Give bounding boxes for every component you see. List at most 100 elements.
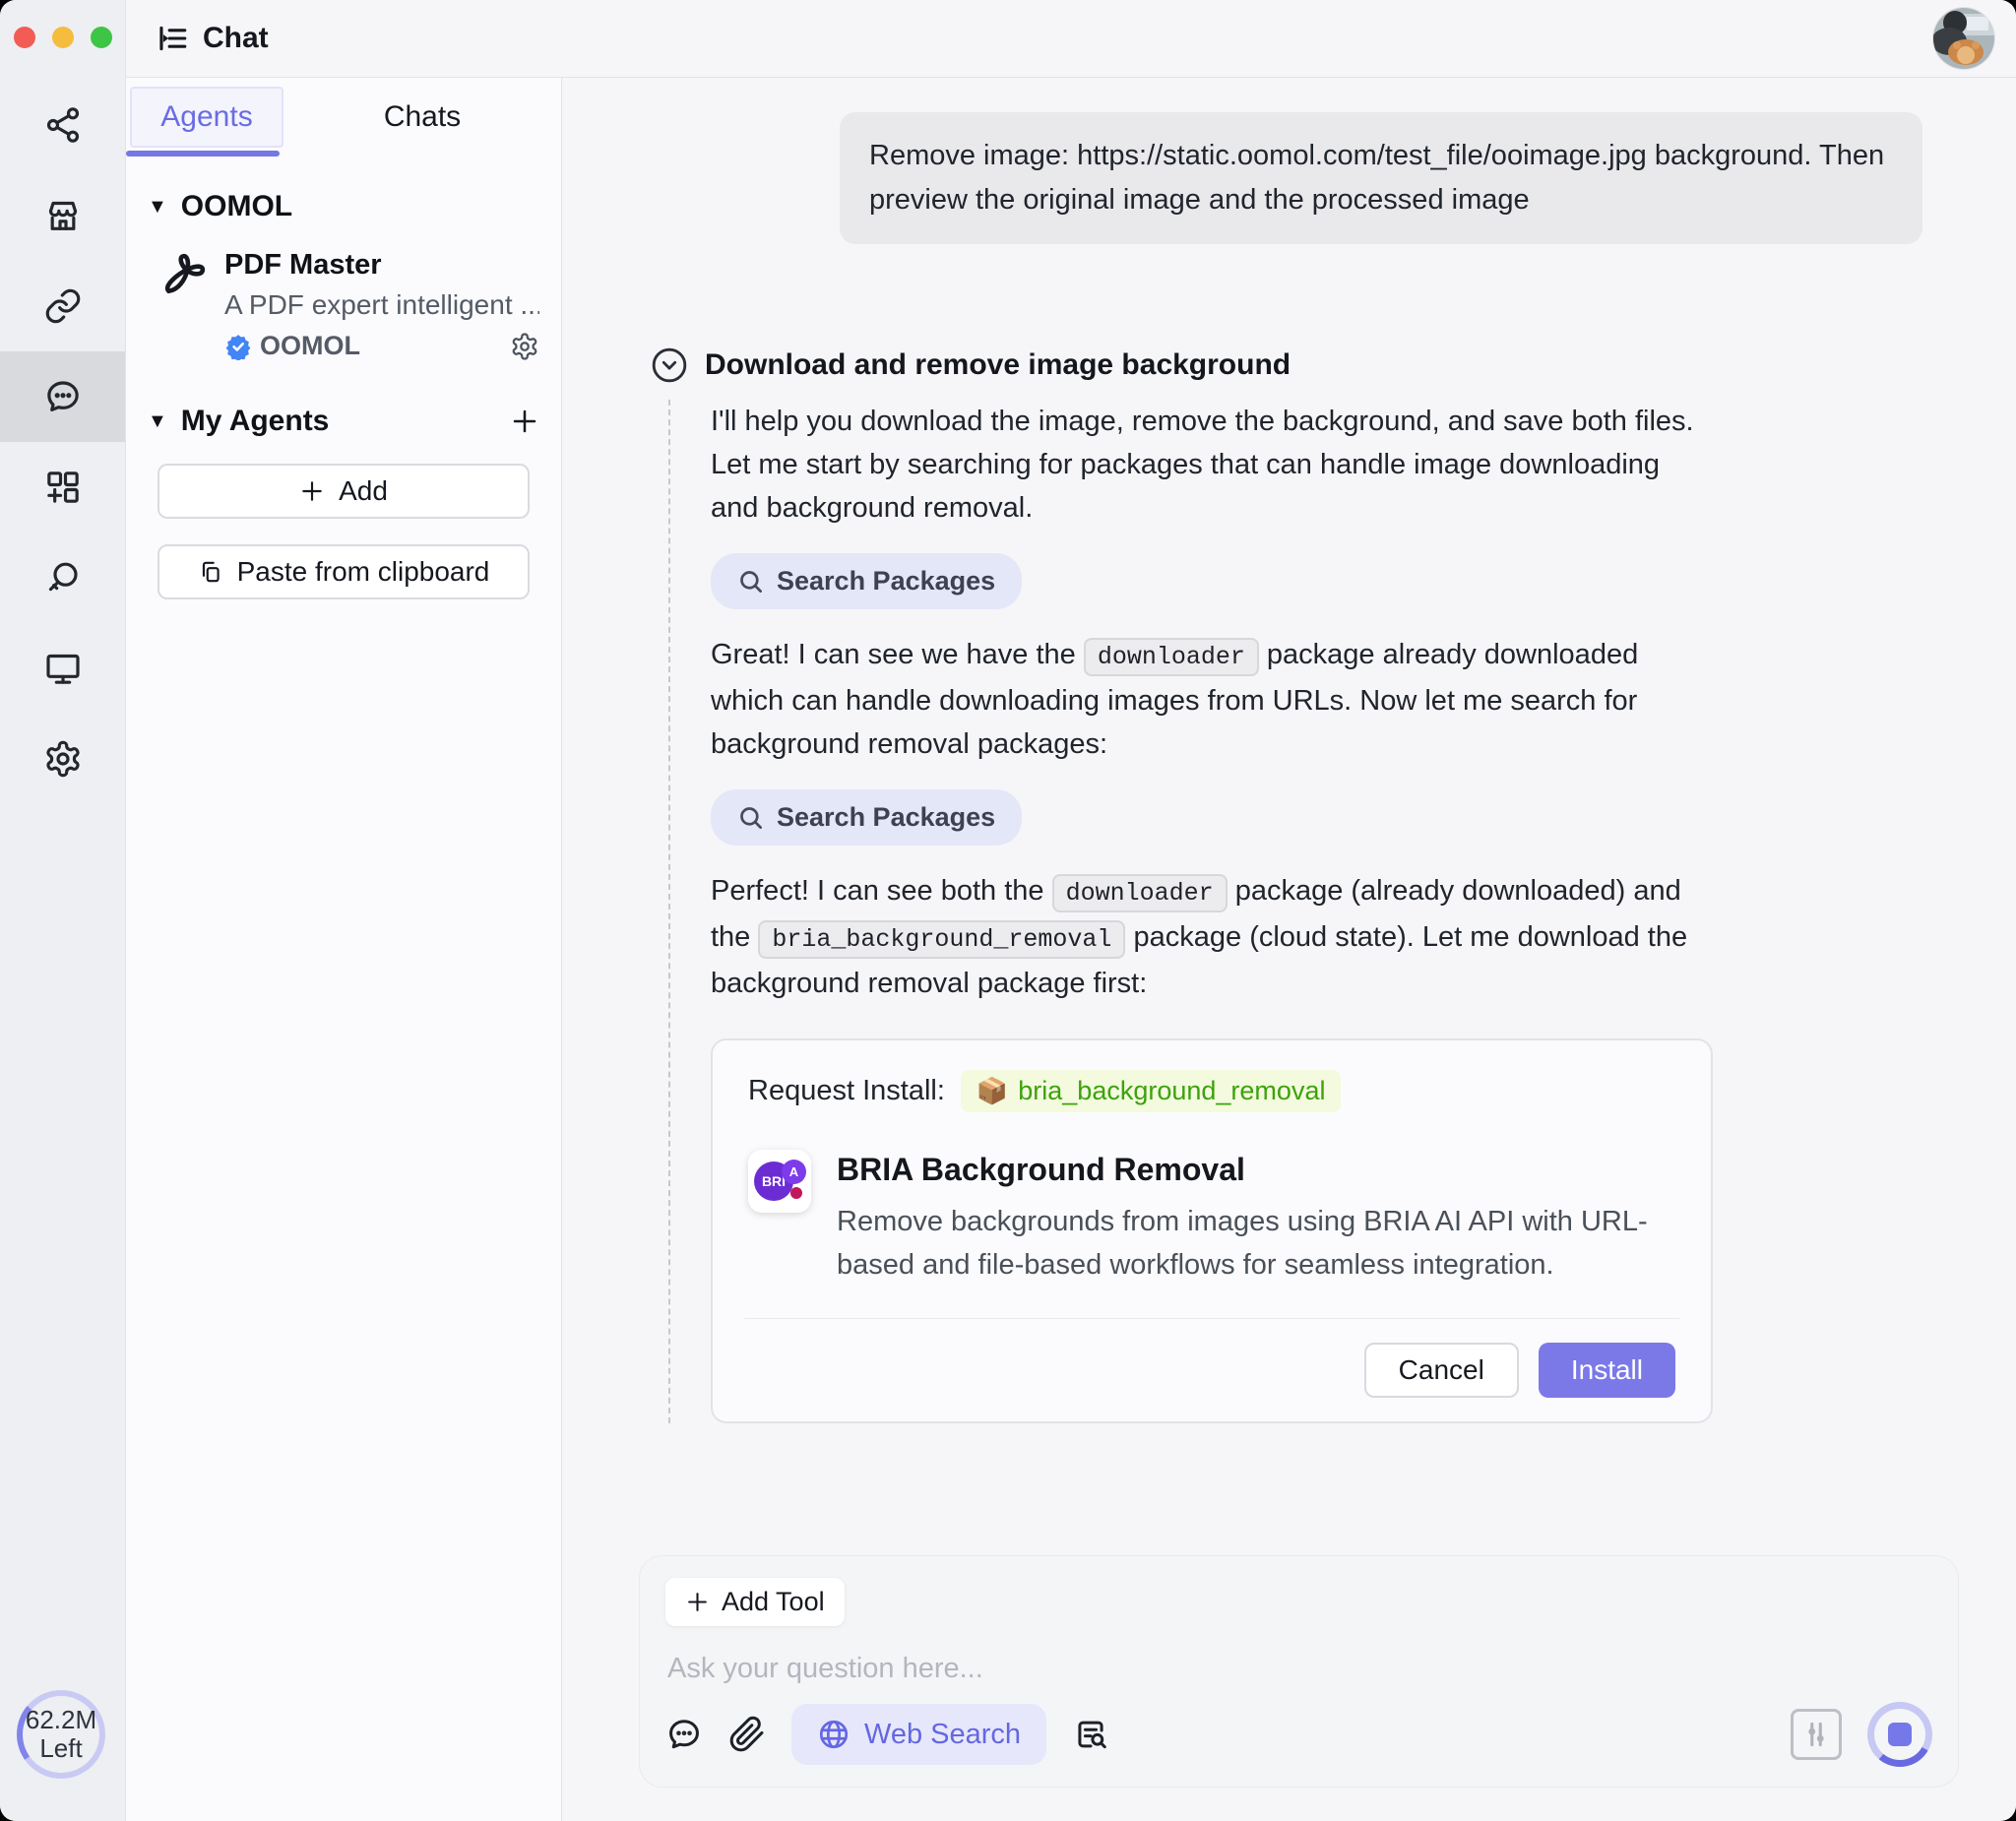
composer: Add Tool — [639, 1555, 1959, 1788]
sliders-icon — [1799, 1718, 1833, 1751]
add-agent-plus-button[interactable] — [510, 407, 539, 436]
gear-icon — [510, 332, 539, 361]
zoom-window-button[interactable] — [91, 27, 112, 48]
package-icon: 📦 — [976, 1076, 1008, 1106]
active-tab-indicator — [126, 151, 280, 157]
request-install-label: Request Install: — [748, 1075, 945, 1107]
collapse-step-button[interactable] — [651, 346, 688, 384]
tab-agents[interactable]: Agents — [130, 87, 284, 148]
verified-badge-icon — [224, 333, 252, 360]
stop-generation-button[interactable] — [1867, 1702, 1932, 1767]
bria-logo: BRI A — [748, 1150, 811, 1213]
section-my-agents[interactable]: ▼ My Agents — [126, 405, 561, 438]
globe-icon — [817, 1718, 850, 1751]
message-input[interactable] — [665, 1652, 1932, 1686]
store-icon — [43, 196, 83, 235]
plus-icon — [299, 478, 325, 504]
copy-icon — [198, 559, 223, 585]
rail-item-chat[interactable] — [0, 351, 125, 442]
add-tool-button[interactable]: Add Tool — [665, 1578, 845, 1626]
package-name: bria_background_removal — [1018, 1076, 1325, 1106]
paste-from-clipboard-button[interactable]: Paste from clipboard — [158, 544, 530, 599]
tab-chats[interactable]: Chats — [284, 100, 561, 134]
code-chip: downloader — [1084, 638, 1259, 676]
prompt-library-button[interactable] — [1072, 1716, 1109, 1753]
package-chip[interactable]: 📦 bria_background_removal — [961, 1070, 1342, 1112]
package-title: BRIA Background Removal — [837, 1152, 1664, 1188]
token-quota-badge[interactable]: 62.2M Left — [17, 1690, 105, 1779]
chat-bubble-dots-icon — [665, 1716, 703, 1753]
stop-icon — [1888, 1723, 1912, 1746]
add-button[interactable]: Add — [158, 464, 530, 519]
bria-logo-a: A — [782, 1160, 806, 1184]
rail-item-desktop[interactable] — [0, 623, 125, 714]
minimize-window-button[interactable] — [52, 27, 74, 48]
step-timeline: I'll help you download the image, remove… — [668, 400, 1714, 1423]
traffic-lights — [14, 27, 112, 48]
conversation-mode-button[interactable] — [665, 1716, 703, 1753]
plus-icon — [685, 1590, 710, 1614]
assistant-paragraph: Perfect! I can see both the downloader p… — [711, 869, 1714, 1005]
agent-row-pdf-master[interactable]: PDF Master A PDF expert intelligent ... … — [126, 223, 561, 361]
model-settings-button[interactable] — [1791, 1709, 1842, 1760]
agent-name: PDF Master — [224, 249, 539, 282]
assistant-paragraph: I'll help you download the image, remove… — [711, 400, 1714, 530]
step-title: Download and remove image background — [705, 348, 1291, 382]
web-search-label: Web Search — [864, 1719, 1021, 1751]
search-icon — [737, 804, 764, 831]
search-packages-chip[interactable]: Search Packages — [711, 789, 1022, 846]
tab-agents-label: Agents — [160, 100, 252, 134]
code-chip: downloader — [1052, 874, 1228, 912]
icon-rail: 62.2M Left — [0, 0, 126, 1821]
add-tool-label: Add Tool — [722, 1587, 825, 1617]
search-packages-label: Search Packages — [777, 802, 995, 833]
web-search-toggle[interactable]: Web Search — [791, 1704, 1046, 1765]
chevron-down-icon: ▼ — [148, 196, 167, 219]
chat-bubble-icon — [43, 377, 83, 416]
assistant-step: Download and remove image background I'l… — [651, 346, 1922, 1423]
message-list: Remove image: https://static.oomol.com/t… — [563, 78, 2016, 1555]
avatar-photo — [1933, 8, 1994, 69]
text-segment: Perfect! I can see both the — [711, 875, 1052, 907]
monitor-icon — [43, 649, 83, 688]
text-segment: Great! I can see we have the — [711, 639, 1084, 670]
workflow-icon — [43, 105, 83, 145]
user-message: Remove image: https://static.oomol.com/t… — [840, 112, 1922, 244]
install-button[interactable]: Install — [1539, 1343, 1675, 1398]
rail-item-link[interactable] — [0, 261, 125, 351]
paperclip-icon — [728, 1716, 766, 1753]
search-icon — [737, 568, 764, 595]
section-oomol-label: OOMOL — [181, 190, 292, 223]
section-oomol[interactable]: ▼ OOMOL — [126, 190, 561, 223]
search-packages-label: Search Packages — [777, 566, 995, 597]
rail-item-store[interactable] — [0, 170, 125, 261]
agent-org-label: OOMOL — [260, 331, 360, 361]
panel-tabs: Agents Chats — [126, 78, 561, 157]
code-chip: bria_background_removal — [758, 920, 1125, 959]
agents-panel: Agents Chats ▼ OOMOL PDF Master A PDF ex… — [126, 78, 562, 1821]
cancel-button[interactable]: Cancel — [1364, 1343, 1519, 1398]
gear-icon — [43, 739, 83, 779]
agent-settings-button[interactable] — [510, 332, 539, 361]
paste-button-label: Paste from clipboard — [237, 556, 490, 588]
agent-description: A PDF expert intelligent ... — [224, 289, 539, 321]
rail-item-blocks[interactable] — [0, 442, 125, 533]
search-icon — [43, 558, 83, 597]
install-request-card: Request Install: 📦 bria_background_remov… — [711, 1038, 1713, 1423]
rail-item-workflow[interactable] — [0, 80, 125, 170]
section-my-agents-label: My Agents — [181, 405, 330, 438]
page-title: Chat — [203, 22, 269, 55]
rail-item-search[interactable] — [0, 533, 125, 623]
close-window-button[interactable] — [14, 27, 35, 48]
user-avatar[interactable] — [1933, 8, 1994, 69]
search-packages-chip[interactable]: Search Packages — [711, 553, 1022, 609]
chat-area: Remove image: https://static.oomol.com/t… — [563, 78, 2016, 1821]
pdf-master-icon — [159, 249, 209, 298]
tab-chats-label: Chats — [384, 100, 461, 133]
add-button-label: Add — [339, 475, 388, 507]
quota-value: 62.2M — [26, 1706, 96, 1734]
attach-file-button[interactable] — [728, 1716, 766, 1753]
bria-logo-dot — [790, 1187, 802, 1199]
link-icon — [43, 286, 83, 326]
rail-item-settings[interactable] — [0, 714, 125, 804]
